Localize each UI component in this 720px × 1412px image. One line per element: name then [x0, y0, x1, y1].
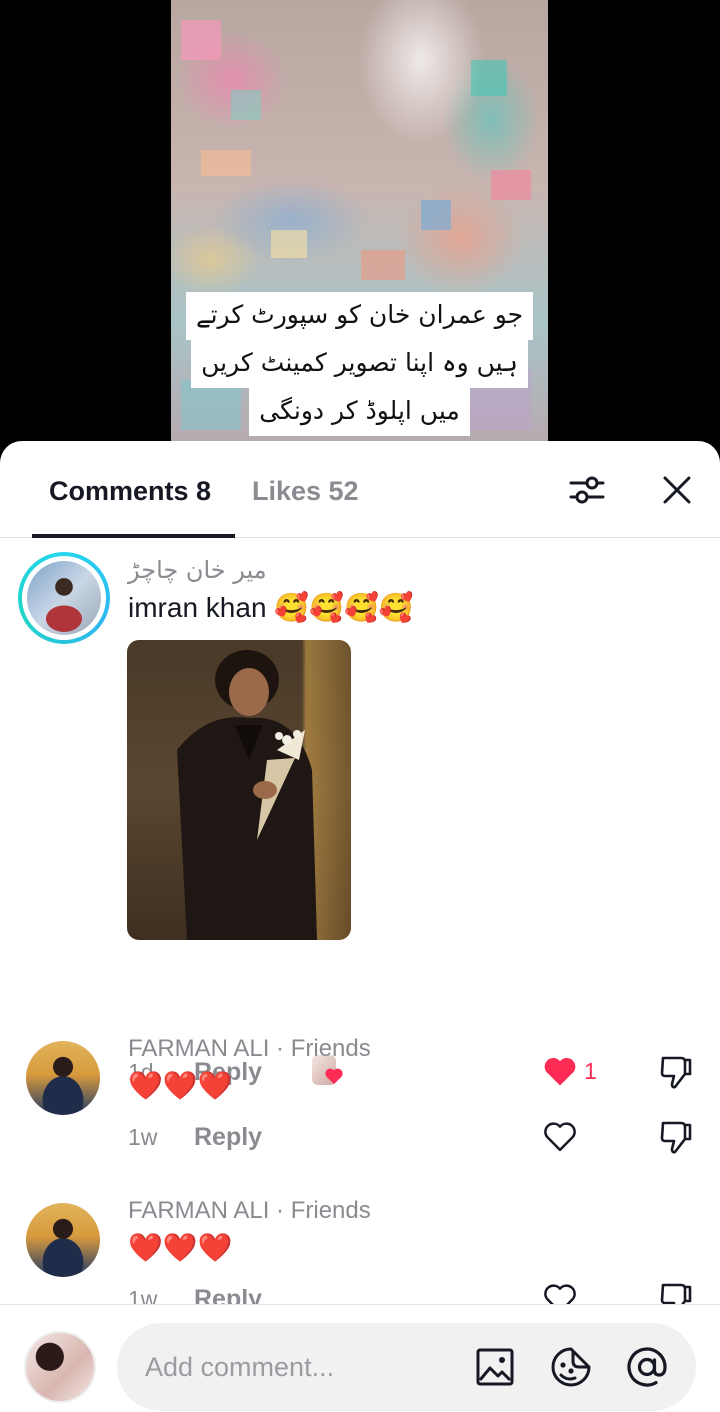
avatar[interactable] [26, 1203, 100, 1277]
video-caption: جو عمران خان کو سپورٹ کرتے ہیں وہ اپنا ت… [171, 292, 548, 436]
heart-outline-icon [544, 1122, 576, 1152]
avatar-photo [27, 561, 101, 635]
video-player[interactable]: جو عمران خان کو سپورٹ کرتے ہیں وہ اپنا ت… [0, 0, 720, 460]
comment-time: 1w [128, 1123, 158, 1150]
comment-input[interactable] [145, 1345, 465, 1389]
sticker-icon [551, 1347, 591, 1387]
caption-line: جو عمران خان کو سپورٹ کرتے [185, 292, 534, 340]
comment-meta: 1w Reply [128, 1120, 262, 1154]
comment-username[interactable]: FARMAN ALI · Friends [128, 1197, 371, 1225]
mention-icon [627, 1347, 667, 1387]
image-icon [476, 1348, 514, 1386]
current-user-avatar[interactable] [24, 1331, 96, 1403]
sliders-icon [569, 476, 605, 504]
close-button[interactable] [654, 467, 700, 513]
caption-line: ہیں وہ اپنا تصویر کمینٹ کریں [191, 340, 528, 388]
sticker-button[interactable] [549, 1345, 593, 1389]
tab-likes[interactable]: Likes 52 [252, 475, 359, 507]
mention-button[interactable] [625, 1345, 669, 1389]
filter-button[interactable] [564, 467, 610, 513]
avatar[interactable] [26, 1041, 100, 1115]
person-photo-icon [177, 650, 317, 940]
comment-attached-photo[interactable] [127, 640, 351, 940]
comment-composer [0, 1304, 720, 1412]
sheet-header: Comments 8 Likes 52 [0, 441, 720, 538]
image-button[interactable] [473, 1345, 517, 1389]
comment-text: ❤️❤️❤️ [128, 1232, 233, 1263]
comment-item: FARMAN ALI · Friends ❤️❤️❤️ 1w Reply [0, 1019, 720, 1181]
caption-line: میں اپلوڈ کر دونگی [249, 388, 470, 436]
comment-item: میر خان چاچڑ imran khan 🥰🥰🥰🥰 1d Reply 1 [0, 538, 720, 1089]
thumbs-down-icon [660, 1121, 692, 1154]
avatar[interactable] [18, 552, 110, 644]
close-icon [663, 476, 691, 504]
comment-username[interactable]: FARMAN ALI · Friends [128, 1035, 371, 1063]
dislike-button[interactable] [658, 1118, 694, 1156]
comment-username[interactable]: میر خان چاچڑ [128, 556, 267, 584]
comment-text: imran khan 🥰🥰🥰🥰 [128, 592, 414, 623]
comment-text: ❤️❤️❤️ [128, 1070, 233, 1101]
like-button[interactable] [542, 1120, 578, 1152]
reply-button[interactable]: Reply [194, 1123, 262, 1152]
comments-sheet: Comments 8 Likes 52 میر خان چاچڑ imran k… [0, 441, 720, 1412]
comment-input-container[interactable] [117, 1323, 696, 1411]
tab-comments[interactable]: Comments 8 [49, 475, 211, 507]
